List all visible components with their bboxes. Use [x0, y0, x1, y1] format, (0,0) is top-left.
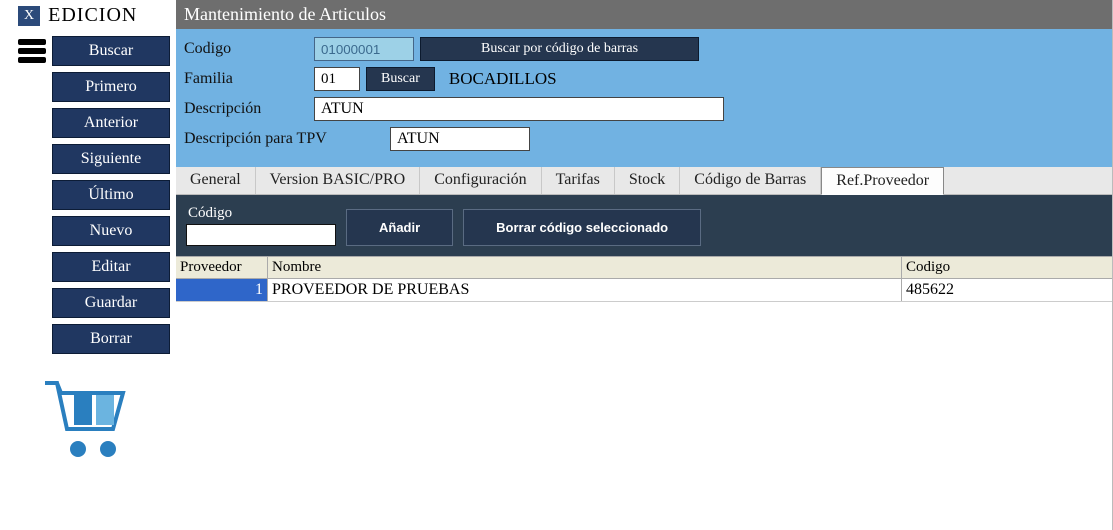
familia-label: Familia	[184, 70, 308, 88]
buscar-barras-button[interactable]: Buscar por código de barras	[420, 37, 699, 61]
toolbar-codigo-label: Código	[186, 205, 336, 222]
buscar-button[interactable]: Buscar	[52, 36, 170, 66]
col-proveedor[interactable]: Proveedor	[176, 257, 268, 278]
codigo-label: Codigo	[184, 40, 308, 58]
familia-buscar-button[interactable]: Buscar	[366, 67, 435, 91]
nav-guardar[interactable]: Guardar	[52, 288, 170, 318]
toolbar-codigo-input[interactable]	[186, 224, 336, 246]
grid-header: Proveedor Nombre Codigo	[176, 257, 1112, 279]
codigo-input	[314, 37, 414, 61]
tab-configuracion[interactable]: Configuración	[420, 167, 541, 194]
familia-text: BOCADILLOS	[449, 69, 557, 89]
toolbar: Código Añadir Borrar código seleccionado	[176, 195, 1112, 256]
table-row[interactable]: 1 PROVEEDOR DE PRUEBAS 485622	[176, 279, 1112, 302]
borrar-codigo-button[interactable]: Borrar código seleccionado	[463, 209, 701, 246]
cell-proveedor: 1	[176, 279, 268, 301]
col-codigo[interactable]: Codigo	[902, 257, 1112, 278]
descripcion-input[interactable]	[314, 97, 724, 121]
mode-badge: X	[18, 6, 40, 26]
menu-icon[interactable]	[18, 39, 46, 63]
mode-label: EDICION	[48, 4, 137, 27]
tab-stock[interactable]: Stock	[615, 167, 680, 194]
tab-strip: General Version BASIC/PRO Configuración …	[176, 167, 1112, 195]
tab-ref-proveedor[interactable]: Ref.Proveedor	[821, 167, 944, 195]
cell-codigo: 485622	[902, 279, 1112, 301]
tab-version[interactable]: Version BASIC/PRO	[256, 167, 421, 194]
grid: Proveedor Nombre Codigo 1 PROVEEDOR DE P…	[176, 256, 1112, 302]
cell-nombre: PROVEEDOR DE PRUEBAS	[268, 279, 902, 301]
cart-icon	[40, 375, 140, 465]
sidebar: X EDICION Buscar Primero Anterior Siguie…	[0, 0, 176, 530]
tab-tarifas[interactable]: Tarifas	[542, 167, 615, 194]
col-nombre[interactable]: Nombre	[268, 257, 902, 278]
anadir-button[interactable]: Añadir	[346, 209, 453, 246]
tab-codigo-barras[interactable]: Código de Barras	[680, 167, 821, 194]
nav-editar[interactable]: Editar	[52, 252, 170, 282]
main-panel: Mantenimiento de Articulos Codigo Buscar…	[176, 0, 1113, 530]
window-title: Mantenimiento de Articulos	[176, 0, 1112, 29]
nav-nuevo[interactable]: Nuevo	[52, 216, 170, 246]
nav-siguiente[interactable]: Siguiente	[52, 144, 170, 174]
nav-ultimo[interactable]: Último	[52, 180, 170, 210]
descripcion-label: Descripción	[184, 100, 308, 118]
form-area: Codigo Buscar por código de barras Famil…	[176, 29, 1112, 167]
familia-input[interactable]	[314, 67, 360, 91]
nav-borrar[interactable]: Borrar	[52, 324, 170, 354]
desc-tpv-input[interactable]	[390, 127, 530, 151]
nav-anterior[interactable]: Anterior	[52, 108, 170, 138]
desc-tpv-label: Descripción para TPV	[184, 130, 384, 148]
nav-primero[interactable]: Primero	[52, 72, 170, 102]
tab-general[interactable]: General	[176, 167, 256, 194]
